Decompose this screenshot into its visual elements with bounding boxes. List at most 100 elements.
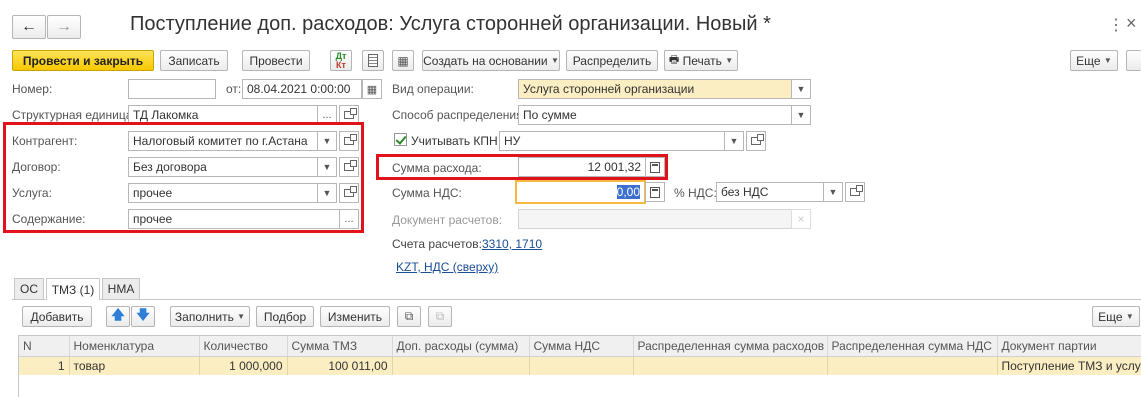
paste-button: ⧉: [428, 306, 452, 327]
select-button[interactable]: Подбор: [256, 306, 314, 327]
more-button[interactable]: Еще ▼: [1070, 50, 1118, 71]
column-header[interactable]: Распределенная сумма расходов: [633, 336, 828, 357]
expense-sum-field[interactable]: 12 001,32: [518, 157, 646, 177]
column-header[interactable]: Доп. расходы (сумма): [392, 336, 530, 357]
number-field[interactable]: [128, 79, 216, 99]
table-cell[interactable]: [392, 356, 530, 375]
tab-tmz[interactable]: ТМЗ (1): [46, 278, 100, 300]
more-vert-icon[interactable]: ⋮: [1108, 15, 1124, 35]
chevron-down-icon: ▼: [237, 312, 246, 321]
vat-calc-button[interactable]: [645, 182, 665, 202]
fill-button[interactable]: Заполнить ▼: [170, 306, 250, 327]
content-label: Содержание:: [12, 212, 86, 226]
service-open-button[interactable]: [339, 183, 359, 203]
table-cell[interactable]: [633, 356, 828, 375]
post-and-close-button[interactable]: Провести и закрыть: [12, 50, 154, 71]
calculator-icon: [650, 161, 660, 173]
table-more-button[interactable]: Еще ▼: [1092, 306, 1140, 327]
column-header[interactable]: Номенклатура: [69, 336, 200, 357]
content-field[interactable]: прочее: [128, 209, 340, 229]
column-header[interactable]: Распределенная сумма НДС: [827, 336, 998, 357]
column-header[interactable]: N: [19, 336, 70, 357]
table-cell[interactable]: 1: [19, 356, 70, 375]
accounts-link[interactable]: 3310, 1710: [482, 237, 542, 251]
dt-kt-button[interactable]: Дт Кт: [330, 50, 352, 71]
move-down-button[interactable]: 🡇: [131, 306, 155, 327]
chevron-down-icon: ▼: [725, 56, 734, 65]
copy-row-button[interactable]: ⧉: [397, 306, 421, 327]
table-header-row: N Номенклатура Количество Сумма ТМЗ Доп.…: [19, 336, 1141, 357]
open-icon: [344, 108, 357, 119]
accounts-label: Счета расчетов:: [392, 237, 482, 251]
create-based-button[interactable]: Создать на основании ▼: [422, 50, 560, 71]
kpn-checkbox[interactable]: [394, 133, 407, 146]
kpn-field[interactable]: НУ: [499, 131, 725, 151]
contract-field[interactable]: Без договора: [128, 157, 318, 177]
calendar-button[interactable]: ▦: [362, 79, 382, 99]
service-dropdown-button[interactable]: ▼: [317, 183, 337, 203]
table-cell[interactable]: [827, 356, 998, 375]
tab-nma[interactable]: НМА: [102, 278, 140, 299]
move-up-button[interactable]: 🡅: [106, 306, 130, 327]
column-header[interactable]: Документ партии: [997, 336, 1141, 357]
contractor-label: Контрагент:: [12, 134, 78, 148]
service-label: Услуга:: [12, 186, 52, 200]
table-cell[interactable]: 1 000,000: [199, 356, 288, 375]
vat-sum-field[interactable]: 0,00: [515, 180, 646, 204]
content-select-button[interactable]: ...: [339, 209, 359, 229]
table-cell[interactable]: [529, 356, 634, 375]
op-type-field[interactable]: Услуга сторонней организации: [518, 79, 792, 99]
table-cell[interactable]: Поступление ТМЗ и услуг: [997, 356, 1141, 375]
expense-calc-button[interactable]: [645, 157, 665, 177]
contractor-open-button[interactable]: [339, 131, 359, 151]
open-icon: [751, 134, 764, 145]
chevron-down-icon: ▼: [322, 136, 332, 146]
distribute-button[interactable]: Распределить: [566, 50, 658, 71]
printer-icon: 🖶: [668, 54, 680, 66]
open-icon: [344, 134, 357, 145]
chevron-down-icon: ▼: [796, 110, 806, 120]
change-button[interactable]: Изменить: [320, 306, 390, 327]
structure-button[interactable]: ▦: [392, 50, 414, 71]
chevron-down-icon: ▼: [729, 136, 739, 146]
open-icon: [344, 186, 357, 197]
report-button[interactable]: [362, 50, 384, 71]
calendar-icon: ▦: [366, 83, 378, 96]
post-button[interactable]: Провести: [242, 50, 310, 71]
table-cell[interactable]: товар: [69, 356, 200, 375]
chevron-down-icon: ▼: [796, 84, 806, 94]
print-button[interactable]: 🖶 Печать ▼: [664, 50, 738, 71]
date-field[interactable]: 08.04.2021 0:00:00: [242, 79, 362, 99]
tab-os[interactable]: ОС: [14, 278, 44, 299]
op-type-dropdown-button[interactable]: ▼: [791, 79, 811, 99]
table-row[interactable]: 1 товар 1 000,000 100 011,00 Поступление…: [19, 356, 1141, 375]
column-header[interactable]: Сумма ТМЗ: [287, 336, 393, 357]
back-button[interactable]: ←: [12, 15, 46, 39]
service-field[interactable]: прочее: [128, 183, 318, 203]
add-row-button[interactable]: Добавить: [22, 306, 92, 327]
help-button[interactable]: [1126, 50, 1141, 71]
document-icon: [368, 54, 378, 67]
dist-method-field[interactable]: По сумме: [518, 105, 792, 125]
contractor-dropdown-button[interactable]: ▼: [317, 131, 337, 151]
contract-open-button[interactable]: [339, 157, 359, 177]
vat-rate-field[interactable]: без НДС: [716, 182, 824, 202]
tabs-bottom-line: [12, 299, 1141, 300]
dist-method-label: Способ распределения:: [392, 108, 526, 122]
kpn-open-button[interactable]: [746, 131, 766, 151]
table-cell[interactable]: 100 011,00: [287, 356, 393, 375]
column-header[interactable]: Количество: [199, 336, 288, 357]
vat-rate-dropdown-button[interactable]: ▼: [823, 182, 843, 202]
currency-link[interactable]: KZT, НДС (сверху): [396, 260, 498, 274]
kpn-label: Учитывать КПН: [411, 134, 498, 148]
arrow-left-icon: ←: [21, 18, 37, 35]
contractor-field[interactable]: Налоговый комитет по г.Астана: [128, 131, 318, 151]
kpn-dropdown-button[interactable]: ▼: [724, 131, 744, 151]
column-header[interactable]: Сумма НДС: [529, 336, 634, 357]
forward-button[interactable]: →: [47, 15, 81, 39]
close-icon[interactable]: ×: [1126, 13, 1137, 34]
vat-rate-open-button[interactable]: [845, 182, 865, 202]
dist-method-dropdown-button[interactable]: ▼: [791, 105, 811, 125]
contract-dropdown-button[interactable]: ▼: [317, 157, 337, 177]
write-button[interactable]: Записать: [160, 50, 228, 71]
